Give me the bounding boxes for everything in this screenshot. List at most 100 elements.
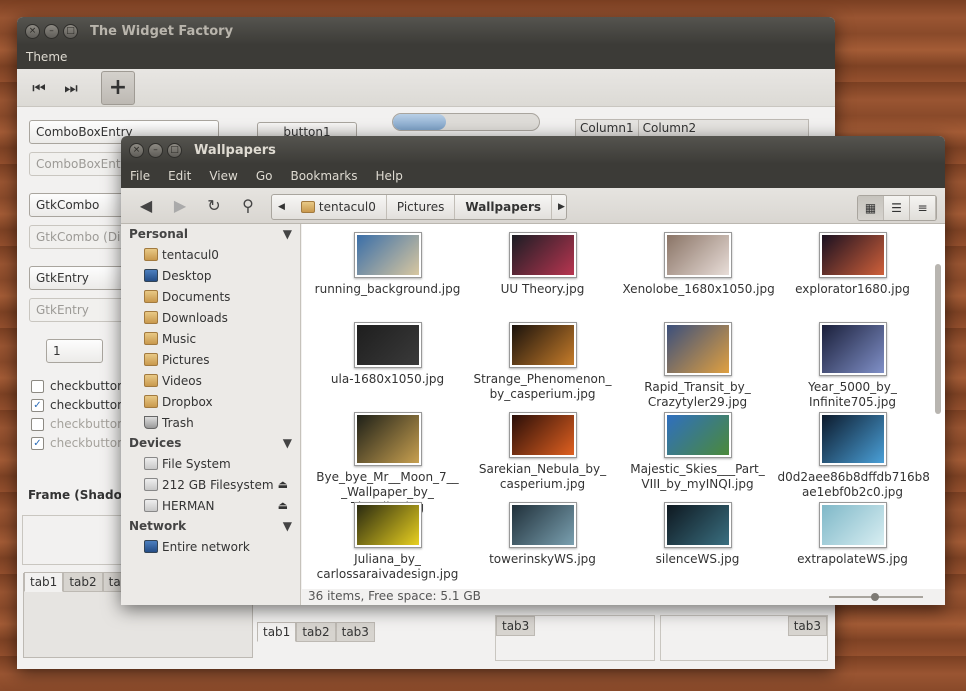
usb-drive-icon [144, 499, 158, 512]
sidebar-item-desktop[interactable]: Desktop [121, 265, 300, 286]
file-item[interactable]: ula-1680x1050.jpg [310, 322, 465, 408]
file-item[interactable]: towerinskyWS.jpg [465, 502, 620, 588]
fm-titlebar[interactable]: × – □ Wallpapers [121, 136, 945, 164]
reload-icon[interactable]: ↻ [197, 192, 231, 220]
file-item[interactable]: Year_5000_by_ Infinite705.jpg [775, 322, 930, 409]
crumb-pictures[interactable]: Pictures [387, 195, 456, 219]
spin-button[interactable]: 1 [46, 339, 103, 363]
image-thumbnail [353, 412, 422, 466]
checkbutton-2[interactable]: ✓ checkbutton2 [31, 398, 132, 412]
thumbnail-image [356, 235, 419, 275]
minimize-icon[interactable]: – [148, 142, 163, 158]
file-item[interactable]: Rapid_Transit_by_ Crazytyler29.jpg [620, 322, 775, 409]
minimize-icon[interactable]: – [44, 23, 59, 39]
skip-forward-icon[interactable]: ⏭ [55, 73, 87, 103]
path-scroll-left-icon[interactable]: ◀ [272, 202, 291, 212]
file-item[interactable]: explorator1680.jpg [775, 232, 930, 318]
tab-1[interactable]: tab1 [24, 572, 64, 592]
skip-back-icon[interactable]: ⏮ [23, 73, 55, 103]
treeview-header: Column1 Column2 [575, 119, 809, 137]
menu-theme[interactable]: Theme [17, 50, 76, 64]
zoom-slider-handle[interactable] [871, 593, 879, 601]
tab-1[interactable]: tab1 [257, 622, 297, 642]
sidebar-item-label: Downloads [162, 310, 228, 325]
add-button[interactable]: + [101, 70, 135, 105]
sidebar-section-network[interactable]: Network ▼ [121, 516, 300, 536]
sidebar-item-videos[interactable]: Videos [121, 370, 300, 391]
thumbnail-image [666, 325, 729, 373]
crumb-home[interactable]: tentacul0 [291, 195, 387, 219]
compact-view-icon[interactable]: ≡ [910, 196, 936, 220]
sidebar-item-music[interactable]: Music [121, 328, 300, 349]
sidebar: Personal ▼ tentacul0 Desktop Documents Do… [121, 224, 301, 605]
zoom-slider[interactable] [829, 593, 923, 601]
notebook-b-tabs: tab1 tab2 tab3 [257, 622, 375, 642]
file-item[interactable]: UU Theory.jpg [465, 232, 620, 318]
sidebar-section-personal[interactable]: Personal ▼ [121, 224, 300, 244]
collapse-arrow-icon[interactable]: ▼ [283, 227, 292, 241]
collapse-arrow-icon[interactable]: ▼ [283, 436, 292, 450]
close-icon[interactable]: × [25, 23, 40, 39]
icon-view-icon[interactable]: ▦ [858, 196, 884, 220]
tab-2[interactable]: tab2 [296, 622, 336, 642]
sidebar-item-filesystem[interactable]: File System [121, 453, 300, 474]
sidebar-item-trash[interactable]: Trash [121, 412, 300, 433]
tab-2[interactable]: tab2 [63, 572, 103, 592]
column-1-header[interactable]: Column1 [576, 120, 639, 136]
sidebar-item-dropbox[interactable]: Dropbox [121, 391, 300, 412]
sidebar-item-home[interactable]: tentacul0 [121, 244, 300, 265]
menu-bookmarks[interactable]: Bookmarks [281, 169, 366, 183]
tab-3[interactable]: tab3 [335, 622, 375, 642]
file-item[interactable]: Bye_bye_Mr__Moon_7__ _Wallpaper_by_ Tiny… [310, 412, 465, 514]
sidebar-item-label: Entire network [162, 539, 250, 554]
vertical-scrollbar[interactable] [935, 264, 941, 414]
file-item[interactable]: Xenolobe_1680x1050.jpg [620, 232, 775, 318]
search-icon[interactable]: ⚲ [231, 192, 265, 220]
sidebar-item-documents[interactable]: Documents [121, 286, 300, 307]
eject-icon[interactable]: ⏏ [278, 499, 288, 512]
crumb-wallpapers[interactable]: Wallpapers [455, 195, 552, 219]
notebook-d: tab3 [660, 615, 828, 661]
file-name: Strange_Phenomenon_ by_casperium.jpg [473, 372, 612, 401]
menu-file[interactable]: File [121, 169, 159, 183]
collapse-arrow-icon[interactable]: ▼ [283, 519, 292, 533]
checkbutton-1[interactable]: checkbutton1 [31, 379, 132, 393]
file-item[interactable]: Strange_Phenomenon_ by_casperium.jpg [465, 322, 620, 408]
menu-view[interactable]: View [200, 169, 246, 183]
sidebar-item-pictures[interactable]: Pictures [121, 349, 300, 370]
eject-icon[interactable]: ⏏ [278, 478, 288, 491]
file-item[interactable]: d0d2aee86b8dffdb716b8 ae1ebf0b2c0.jpg [775, 412, 930, 499]
file-item[interactable]: extrapolateWS.jpg [775, 502, 930, 588]
column-2-header[interactable]: Column2 [639, 120, 701, 136]
sidebar-item-212gb[interactable]: 212 GB Filesystem ⏏ [121, 474, 300, 495]
file-item[interactable]: Sarekian_Nebula_by_ casperium.jpg [465, 412, 620, 498]
thumbnail-image [821, 505, 884, 545]
file-name: towerinskyWS.jpg [489, 552, 596, 566]
sidebar-item-network[interactable]: Entire network [121, 536, 300, 557]
maximize-icon[interactable]: □ [167, 142, 182, 158]
file-item[interactable]: running_background.jpg [310, 232, 465, 318]
tab-3[interactable]: tab3 [787, 616, 827, 636]
image-thumbnail [353, 232, 422, 278]
file-item[interactable]: silenceWS.jpg [620, 502, 775, 588]
menu-edit[interactable]: Edit [159, 169, 200, 183]
checkbox-icon [31, 379, 44, 393]
menu-go[interactable]: Go [247, 169, 282, 183]
close-icon[interactable]: × [129, 142, 144, 158]
file-item[interactable]: Majestic_Skies___Part_ VIII_by_myINQI.jp… [620, 412, 775, 498]
sidebar-item-herman[interactable]: HERMAN ⏏ [121, 495, 300, 516]
menu-help[interactable]: Help [367, 169, 412, 183]
crumb-label: tentacul0 [318, 200, 376, 214]
sidebar-item-label: Dropbox [162, 394, 213, 409]
file-item[interactable]: Juliana_by_ carlossaraivadesign.jpg [310, 502, 465, 588]
network-icon [144, 540, 158, 553]
status-text: 36 items, Free space: 5.1 GB [308, 589, 481, 603]
tab-3[interactable]: tab3 [496, 616, 536, 636]
back-arrow-icon[interactable]: ◀ [129, 192, 163, 220]
path-scroll-right-icon[interactable]: ▶ [552, 202, 571, 212]
wf-titlebar[interactable]: × – □ The Widget Factory [17, 17, 835, 45]
maximize-icon[interactable]: □ [63, 23, 78, 39]
list-view-icon[interactable]: ☰ [884, 196, 910, 220]
sidebar-item-downloads[interactable]: Downloads [121, 307, 300, 328]
sidebar-section-devices[interactable]: Devices ▼ [121, 433, 300, 453]
